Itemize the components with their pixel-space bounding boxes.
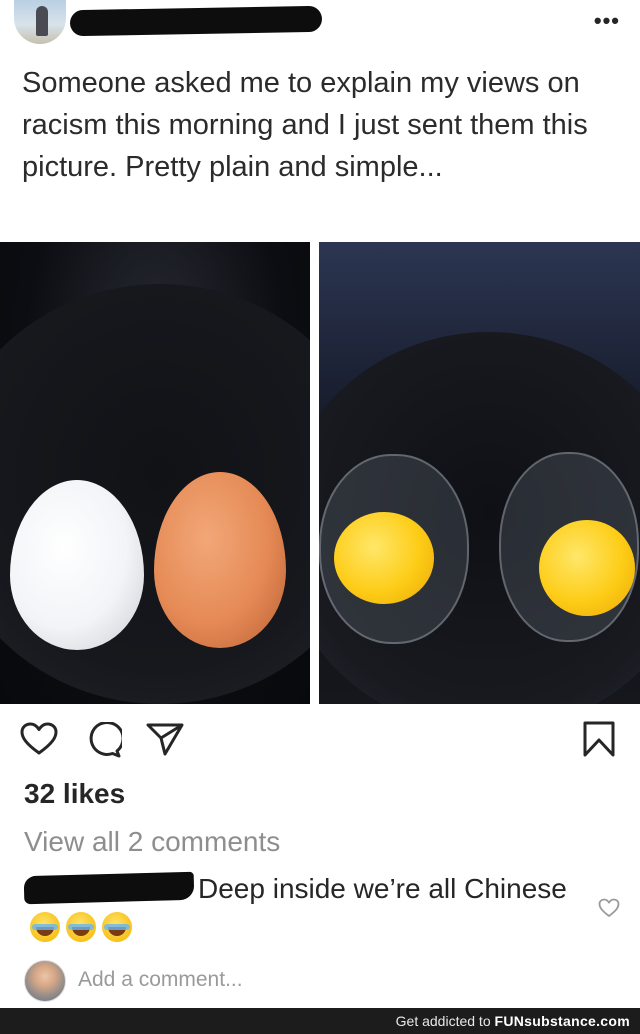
add-comment-input[interactable]: Add a comment...	[78, 968, 243, 992]
post-caption: Someone asked me to explain my views on …	[22, 67, 588, 183]
action-bar	[0, 718, 640, 762]
watermark-footer: Get addicted to FUNsubstance.com	[0, 1008, 640, 1034]
yolk-1	[334, 512, 434, 604]
footer-text: Get addicted to FUNsubstance.com	[396, 1013, 630, 1029]
add-comment-row: Add a comment...	[0, 952, 640, 1008]
post-image[interactable]	[0, 242, 640, 704]
laughing-emoji-icon	[102, 912, 132, 942]
small-heart-icon[interactable]	[598, 898, 620, 923]
cracked-eggs-panel	[319, 242, 640, 704]
laughing-emoji-icon	[30, 912, 60, 942]
view-all-comments-link[interactable]: View all 2 comments	[24, 826, 280, 858]
poster-avatar[interactable]	[14, 0, 66, 44]
more-icon[interactable]: •••	[594, 8, 620, 34]
whole-eggs-panel	[0, 242, 310, 704]
redacted-username	[69, 5, 323, 37]
post-header: •••	[0, 0, 640, 56]
comment-text: Deep inside we’re all Chinese	[198, 873, 567, 904]
share-icon[interactable]	[146, 722, 184, 761]
bookmark-icon[interactable]	[582, 720, 616, 763]
laughing-emoji-icon	[66, 912, 96, 942]
comment-icon[interactable]	[84, 720, 125, 763]
footer-prefix: Get addicted to	[395, 1013, 491, 1029]
heart-icon[interactable]	[20, 722, 58, 761]
footer-brand: FUNsubstance.com	[494, 1013, 630, 1029]
yolk-2	[539, 520, 635, 616]
avatar	[24, 960, 66, 1002]
redacted-commenter	[23, 871, 195, 905]
likes-count[interactable]: 32 likes	[24, 778, 125, 810]
comment: Deep inside we’re all Chinese	[23, 870, 584, 946]
